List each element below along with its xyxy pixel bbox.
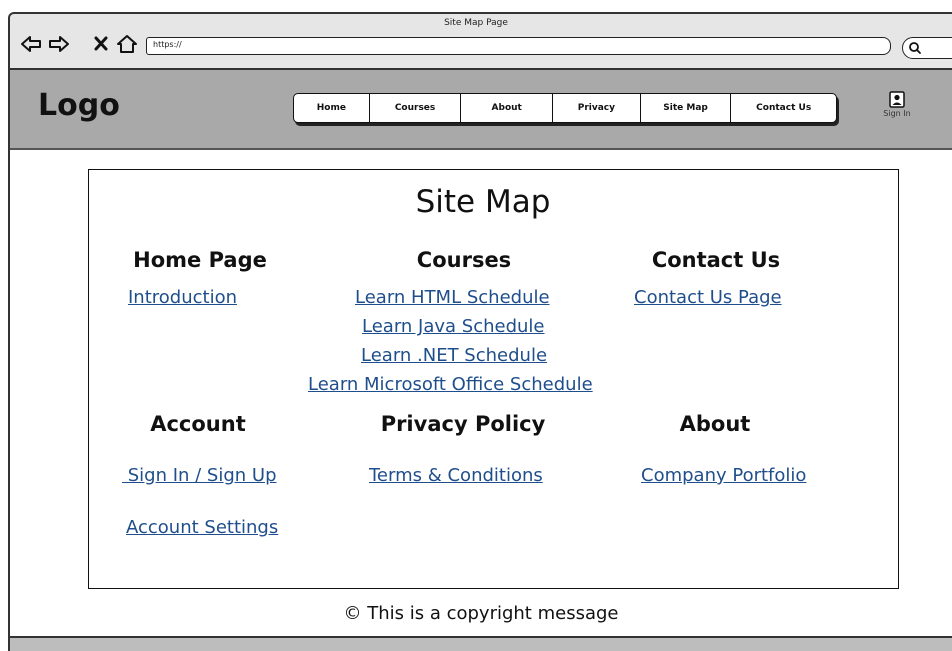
nav-contact-us[interactable]: Contact Us	[731, 94, 836, 122]
sign-in-label: Sign In	[883, 109, 911, 118]
link-learn-net-schedule[interactable]: Learn .NET Schedule	[361, 345, 547, 366]
home-icon[interactable]	[116, 33, 138, 55]
link-account-settings[interactable]: Account Settings	[126, 517, 278, 538]
section-heading-privacy-policy: Privacy Policy	[380, 412, 546, 436]
link-learn-html-schedule[interactable]: Learn HTML Schedule	[355, 287, 550, 308]
sign-in-button[interactable]: Sign In	[867, 91, 927, 118]
site-logo[interactable]: Logo	[38, 88, 120, 123]
section-heading-about: About	[679, 412, 751, 436]
link-introduction[interactable]: Introduction	[128, 287, 237, 308]
user-icon	[889, 91, 905, 108]
nav-courses[interactable]: Courses	[370, 94, 462, 122]
link-terms-conditions[interactable]: Terms & Conditions	[369, 465, 543, 486]
copyright-message: © This is a copyright message	[343, 603, 619, 624]
section-heading-account: Account	[150, 412, 246, 436]
link-learn-java-schedule[interactable]: Learn Java Schedule	[362, 316, 545, 337]
forward-arrow-icon[interactable]	[48, 33, 70, 55]
browser-search-field[interactable]	[902, 37, 952, 59]
close-icon[interactable]	[93, 33, 109, 55]
nav-site-map[interactable]: Site Map	[641, 94, 732, 122]
nav-home[interactable]: Home	[294, 94, 370, 122]
window-title: Site Map Page	[444, 18, 508, 28]
link-sign-in-sign-up[interactable]: Sign In / Sign Up	[122, 465, 277, 486]
nav-privacy[interactable]: Privacy	[553, 94, 641, 122]
url-text: https://	[153, 40, 182, 49]
main-navigation: Home Courses About Privacy Site Map Cont…	[293, 93, 837, 123]
nav-about[interactable]: About	[461, 94, 554, 122]
page-title: Site Map	[415, 184, 551, 220]
footer-bar	[10, 636, 952, 651]
link-contact-us-page[interactable]: Contact Us Page	[634, 287, 782, 308]
section-heading-contact-us: Contact Us	[651, 248, 781, 272]
url-input[interactable]: https://	[146, 37, 891, 55]
link-learn-microsoft-office-schedule[interactable]: Learn Microsoft Office Schedule	[308, 374, 593, 395]
link-company-portfolio[interactable]: Company Portfolio	[641, 465, 806, 486]
back-arrow-icon[interactable]	[20, 33, 42, 55]
section-heading-courses: Courses	[416, 248, 512, 272]
section-heading-home-page: Home Page	[133, 248, 267, 272]
search-icon	[909, 42, 921, 54]
